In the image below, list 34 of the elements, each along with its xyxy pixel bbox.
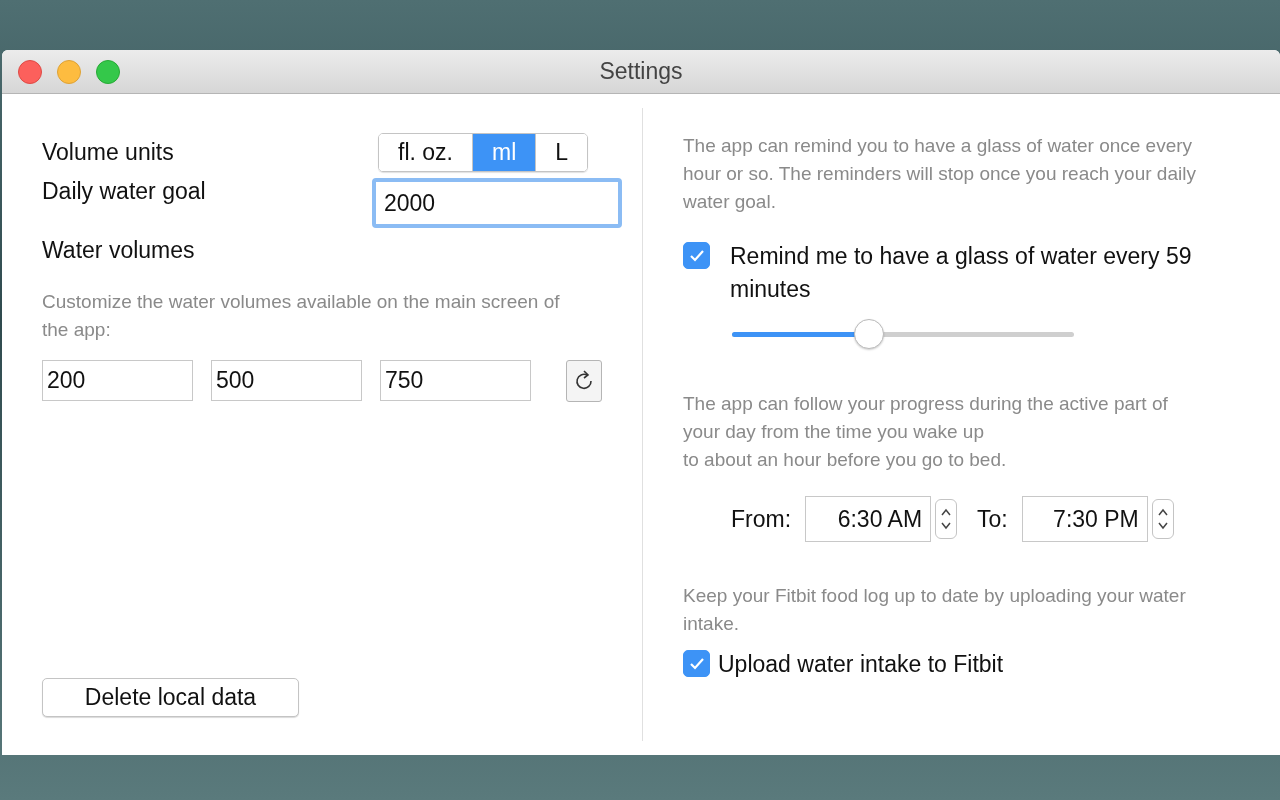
to-time-field[interactable]: 7:30 PM — [1021, 496, 1148, 542]
check-icon — [688, 656, 705, 671]
checkbox[interactable] — [683, 242, 710, 269]
from-time-field[interactable]: 6:30 AM — [805, 496, 932, 542]
water-volumes-label: Water volumes — [42, 236, 196, 264]
volume-input-field[interactable]: 500 — [211, 360, 362, 401]
interval-slider[interactable] — [732, 318, 1074, 350]
close-icon[interactable] — [18, 59, 42, 84]
slider-thumb[interactable] — [853, 319, 884, 349]
reset-button[interactable] — [566, 360, 602, 402]
to-label: To: — [977, 505, 1008, 533]
delete-data-button[interactable]: Delete local data — [42, 678, 299, 717]
daily-goal-label: Daily water goal — [42, 178, 207, 205]
unit-segment[interactable]: fl. oz. — [379, 133, 472, 171]
fitbit-description: Keep your Fitbit food log up to date by uploading your water intake. — [683, 584, 1187, 636]
reset-icon — [574, 370, 594, 392]
reminder-description: The app can remind you to have a glass of water once every hour or so. The reminders will stop once you reach your daily water goal. — [683, 134, 1197, 214]
from-label: From: — [731, 505, 792, 533]
minimize-icon[interactable] — [57, 59, 81, 84]
goal-input-field[interactable]: 2000 — [372, 178, 622, 228]
fitbit-label: Upload water intake to Fitbit — [718, 650, 1004, 679]
reminder-label: Remind me to have a glass of water every 59 minutes — [730, 242, 1193, 304]
check-icon — [688, 248, 705, 263]
progress-description: The app can follow your progress during the active part of your day from the time you wake up to about an hour before you go to bed. — [683, 392, 1169, 472]
stepper-icon[interactable] — [935, 499, 958, 539]
unit-segment[interactable]: L — [535, 133, 588, 171]
checkbox[interactable] — [683, 650, 710, 677]
volume-input-field[interactable]: 200 — [42, 360, 193, 401]
volume-units-label: Volume units — [42, 138, 175, 166]
stepper-icon[interactable] — [1151, 499, 1174, 539]
volumes-description: Customize the water volumes available on the main screen of the app: — [42, 290, 561, 342]
window-title: Settings — [599, 58, 683, 85]
zoom-icon[interactable] — [96, 59, 120, 84]
volume-input-field[interactable]: 750 — [380, 360, 531, 401]
